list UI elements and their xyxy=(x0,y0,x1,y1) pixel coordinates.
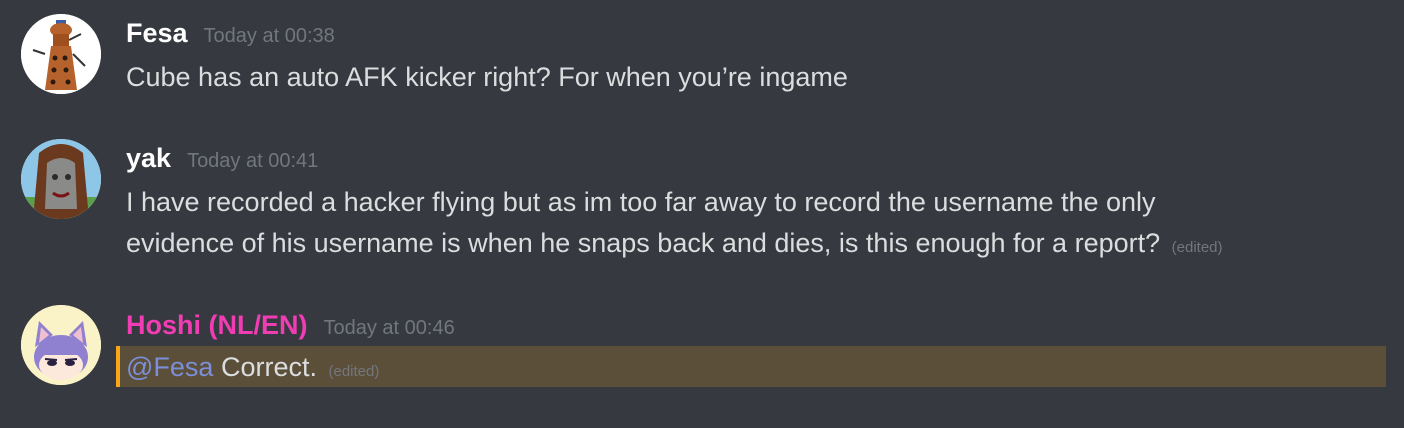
message-line-text: evidence of his username is when he snap… xyxy=(126,228,1161,258)
username[interactable]: Fesa xyxy=(126,18,188,49)
timestamp: Today at 00:41 xyxy=(187,150,319,172)
message-header: yak Today at 00:41 xyxy=(126,143,318,174)
catgirl-avatar[interactable] xyxy=(21,305,101,385)
edited-marker: (edited) xyxy=(328,363,380,380)
dalek-avatar[interactable] xyxy=(21,14,101,94)
user-mention[interactable]: @Fesa xyxy=(126,352,213,382)
message-text: Correct. xyxy=(220,352,317,382)
message-line: I have recorded a hacker flying but as i… xyxy=(126,187,1156,217)
message-header: Hoshi (NL/EN) Today at 00:46 xyxy=(126,310,455,341)
edited-marker: (edited) xyxy=(1171,239,1223,256)
message-header: Fesa Today at 00:38 xyxy=(126,18,335,49)
username[interactable]: yak xyxy=(126,143,171,174)
message-line: Cube has an auto AFK kicker right? For w… xyxy=(126,62,848,92)
message-content: @Fesa Correct. (edited) xyxy=(126,347,1376,392)
message-line: evidence of his username is when he snap… xyxy=(126,223,1376,268)
timestamp: Today at 00:38 xyxy=(203,25,335,47)
mention-highlight-bar xyxy=(116,346,120,387)
message-content: Cube has an auto AFK kicker right? For w… xyxy=(126,57,1376,98)
timestamp: Today at 00:46 xyxy=(323,317,455,339)
stone-face-avatar[interactable] xyxy=(21,139,101,219)
message-content: I have recorded a hacker flying but as i… xyxy=(126,182,1376,268)
username[interactable]: Hoshi (NL/EN) xyxy=(126,310,308,341)
